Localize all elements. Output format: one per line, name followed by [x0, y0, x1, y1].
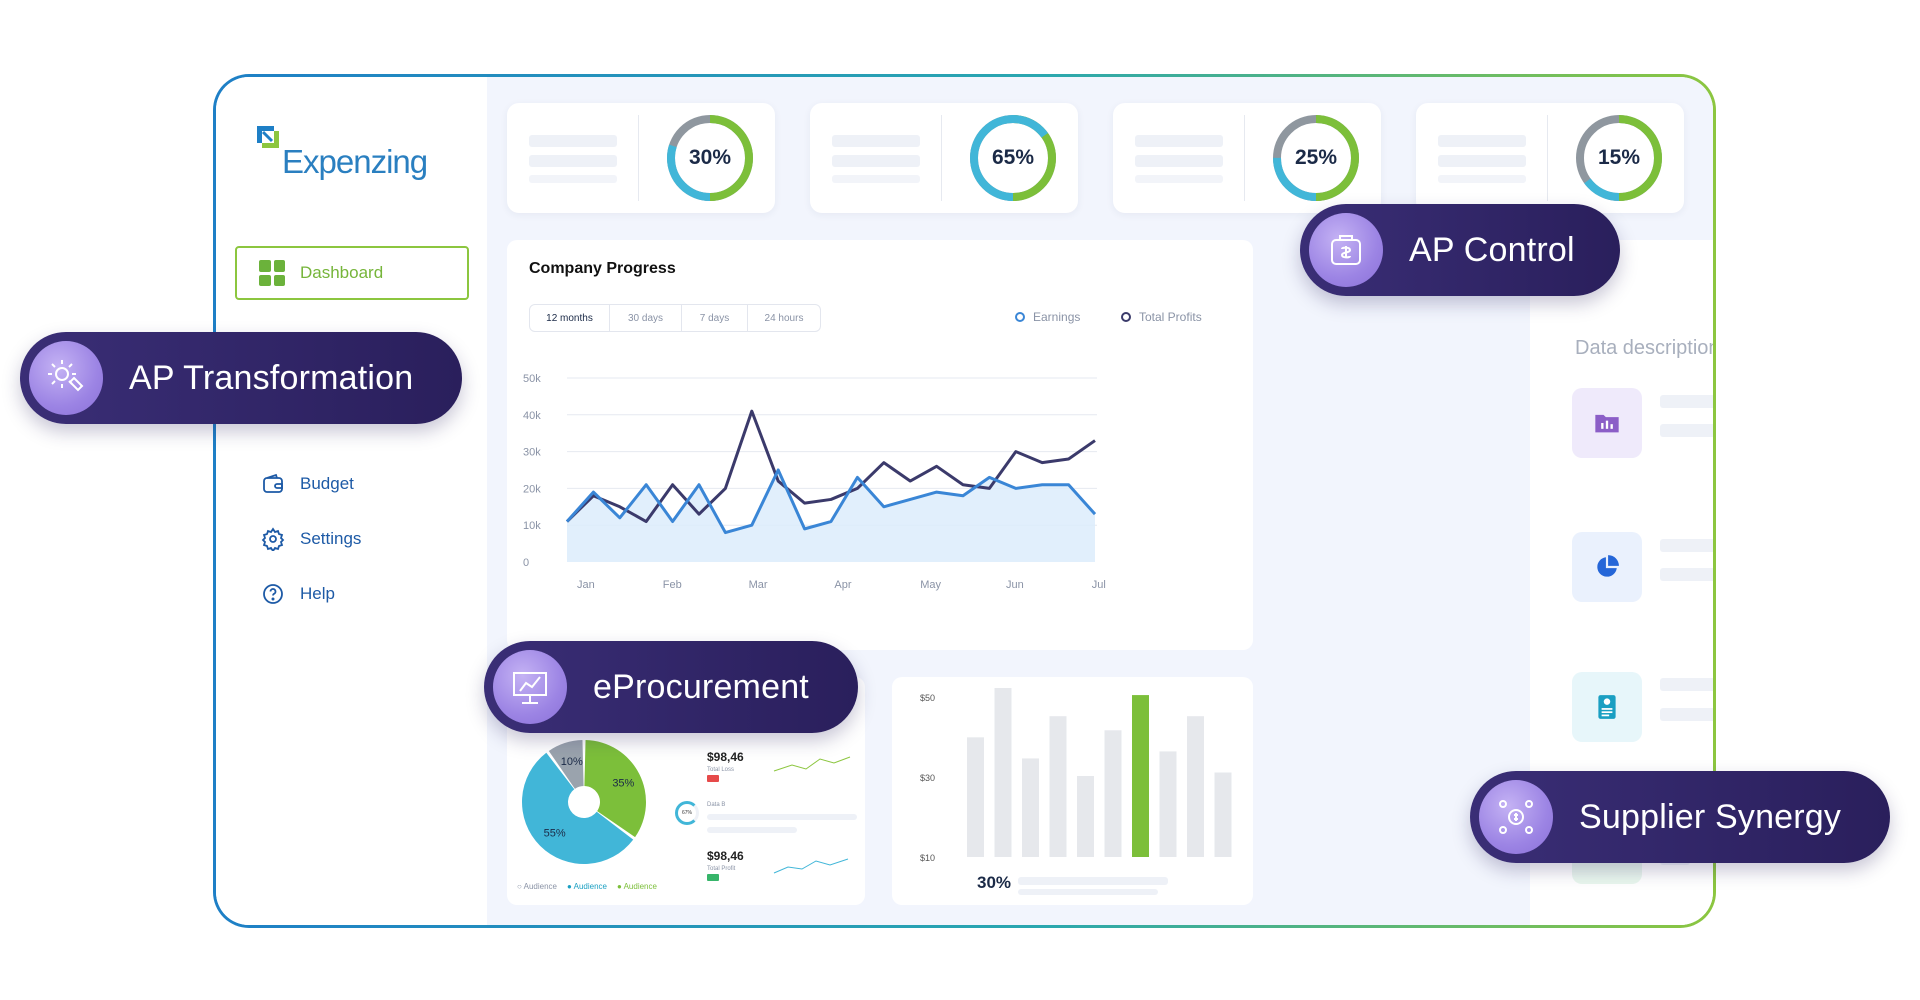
bar-chart: $50 $30 $10	[920, 688, 1232, 863]
badge-label: Supplier Synergy	[1579, 797, 1842, 836]
bar	[1132, 695, 1149, 857]
gear-rocket-icon	[29, 341, 103, 415]
invoice-icon	[1572, 672, 1642, 742]
x-tick-label: Jan	[577, 579, 595, 591]
kpi-value: 25%	[1294, 146, 1338, 169]
x-tick-label: Apr	[834, 579, 851, 591]
y-tick-label: 50k	[523, 373, 541, 385]
bar-y-tick: $10	[920, 853, 935, 863]
kpi-card: 65%	[810, 103, 1078, 213]
ap-transformation-badge: AP Transformation	[20, 332, 462, 424]
y-tick-label: 20k	[523, 483, 541, 495]
pie-chart-icon	[1572, 532, 1642, 602]
badge-label: AP Transformation	[129, 358, 414, 397]
bar	[967, 737, 984, 857]
badge-label: eProcurement	[593, 667, 809, 706]
kpi-card: 25%	[1113, 103, 1381, 213]
amount-profit: $98,46	[707, 849, 744, 863]
pie-chart: 10% 35% 55%	[522, 740, 646, 864]
sidebar-item-label: Settings	[300, 529, 362, 548]
line-chart: 50k 40k 30k 20k 10k 0 Jan Feb Mar Apr May Jun Jul	[523, 373, 1106, 591]
y-tick-label: 30k	[523, 447, 541, 459]
pie-label: 35%	[612, 777, 634, 789]
y-tick-label: 10k	[523, 520, 541, 532]
range-selector: 12 months 30 days 7 days 24 hours	[529, 304, 821, 332]
logo-text: Expenzing	[282, 143, 428, 180]
sidebar-item-label: Help	[300, 584, 335, 603]
bar-y-tick: $50	[920, 693, 935, 703]
wallet-icon	[263, 473, 283, 493]
range-7-days[interactable]: 7 days	[682, 305, 748, 331]
money-icon	[1309, 213, 1383, 287]
gear-icon	[261, 527, 285, 551]
bar	[994, 688, 1012, 857]
logo: Expenzing	[254, 123, 454, 183]
bar	[1159, 751, 1177, 857]
pie-label: 10%	[561, 756, 583, 768]
logo-mark-icon	[257, 126, 279, 148]
eprocurement-badge: eProcurement	[484, 641, 858, 733]
kpi-value: 30%	[688, 146, 732, 169]
ap-control-badge: AP Control	[1300, 204, 1620, 296]
profit-label: Total Profit	[707, 866, 736, 872]
kpi-value: 15%	[1597, 146, 1641, 169]
range-12-months[interactable]: 12 months	[530, 305, 610, 331]
bar-y-tick: $30	[920, 773, 935, 783]
x-tick-label: May	[920, 579, 941, 591]
x-tick-label: Jul	[1092, 579, 1106, 591]
bar	[1049, 716, 1067, 857]
help-icon	[263, 584, 283, 604]
mini-donut: 67%	[675, 801, 699, 825]
sidebar-item-budget[interactable]: Budget	[261, 472, 354, 496]
card-title: Company Progress	[529, 260, 676, 277]
kpi-value: 65%	[991, 146, 1035, 169]
bar-footer-value: 30%	[977, 873, 1012, 892]
y-tick-label: 40k	[523, 410, 541, 422]
x-tick-label: Jun	[1006, 579, 1024, 591]
kpi-card: 15%	[1416, 103, 1684, 213]
sidebar-item-help[interactable]: Help	[261, 582, 335, 606]
people-dollar-icon	[1479, 780, 1553, 854]
data-description: Data description here	[1575, 337, 1713, 359]
data-b-label: Data B	[707, 802, 726, 808]
sidebar-item-settings[interactable]: Settings	[261, 527, 361, 551]
sidebar-item-label: Budget	[300, 474, 354, 493]
bar-chart-card: $50 $30 $10 30%	[892, 677, 1253, 905]
range-30-days[interactable]: 30 days	[610, 305, 682, 331]
badge-label: AP Control	[1409, 230, 1575, 269]
pie-legend: ○ Audience ● Audience ● Audience	[517, 882, 657, 891]
bar	[1104, 730, 1122, 857]
amount-loss: $98,46	[707, 750, 744, 764]
dashboard-icon	[259, 260, 285, 286]
sidebar: Expenzing Dashboard Budget Settings Help	[216, 77, 487, 925]
legend-total-profits: Total Profits	[1121, 310, 1202, 324]
range-24-hours[interactable]: 24 hours	[748, 305, 820, 331]
loss-label: Total Loss	[707, 767, 735, 773]
sidebar-item-label: Dashboard	[300, 263, 384, 282]
y-tick-label: 0	[523, 557, 529, 569]
x-tick-label: Mar	[749, 579, 768, 591]
bar	[1187, 716, 1204, 857]
legend-earnings: Earnings	[1015, 310, 1080, 324]
company-progress-card: Company Progress 12 months 30 days 7 day…	[507, 240, 1253, 650]
bar	[1214, 772, 1232, 857]
folder-chart-icon	[1572, 388, 1642, 458]
sidebar-item-dashboard[interactable]: Dashboard	[235, 246, 469, 300]
x-tick-label: Feb	[663, 579, 682, 591]
bar	[1077, 776, 1094, 857]
presentation-chart-icon	[493, 650, 567, 724]
bar	[1022, 758, 1039, 857]
supplier-synergy-badge: Supplier Synergy	[1470, 771, 1890, 863]
pie-label: 55%	[544, 827, 566, 839]
kpi-card: 30%	[507, 103, 775, 213]
